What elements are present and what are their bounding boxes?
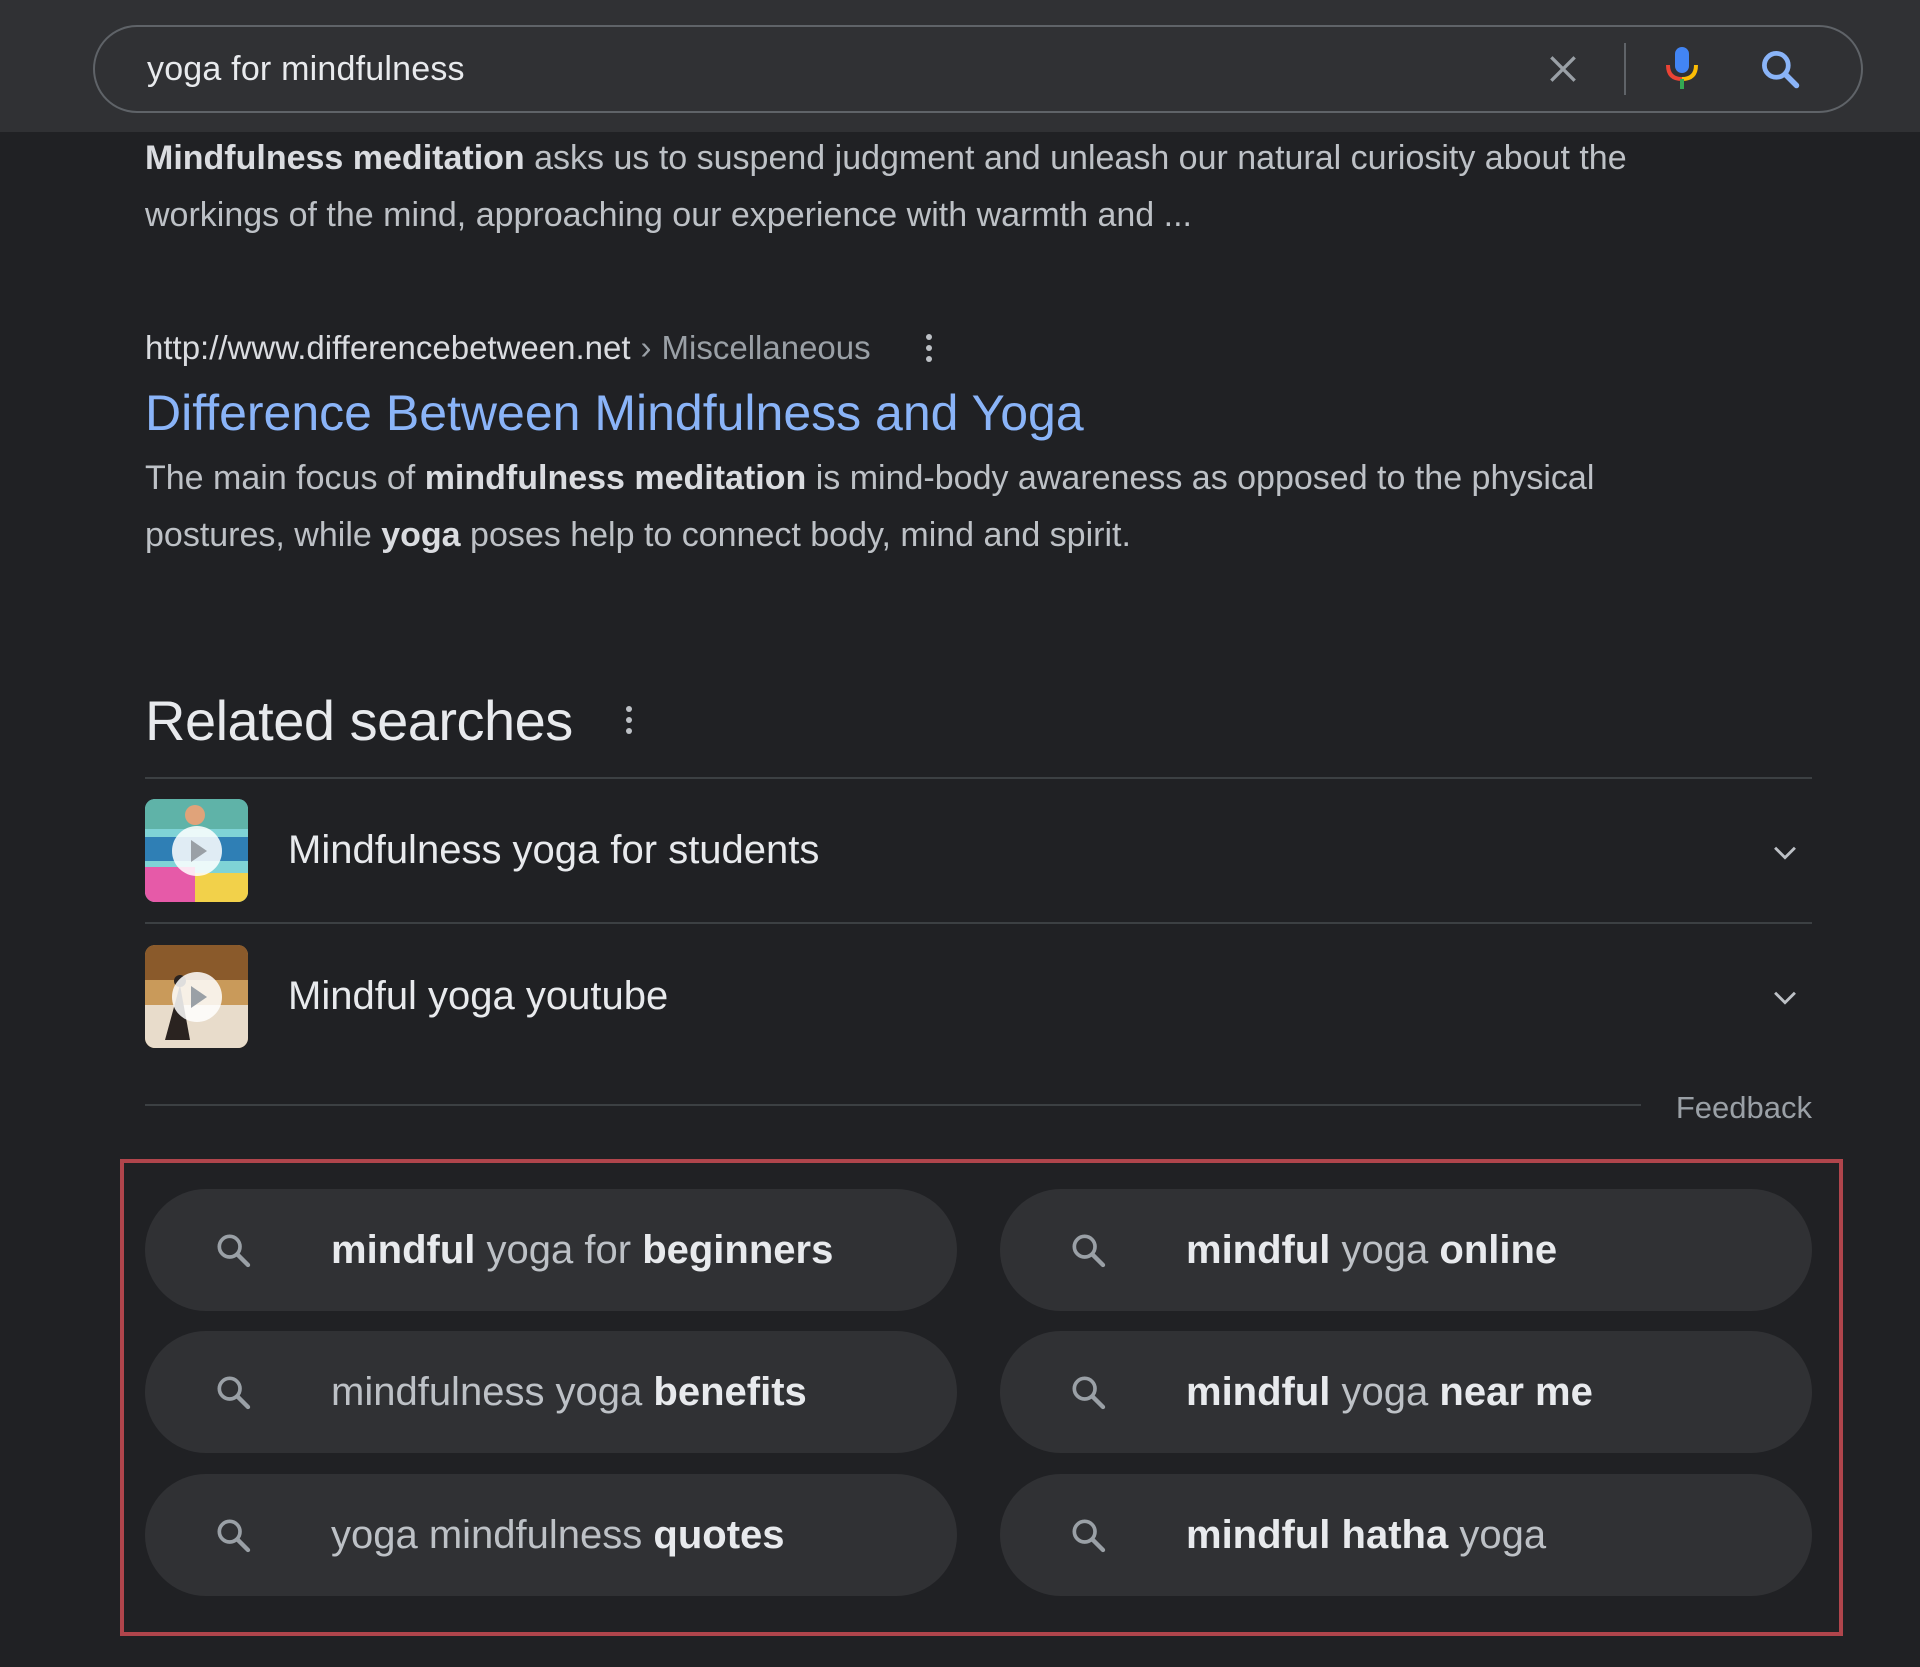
chip-label-text: yoga mindfulness [331,1513,654,1557]
more-vert-icon[interactable] [919,328,939,368]
related-searches-header: Related searches [145,680,639,760]
chip-label-bold: mindful [331,1228,476,1272]
more-vert-icon[interactable] [619,700,639,740]
chip-label: mindful yoga for beginners [331,1189,833,1311]
search-icon [1072,1519,1106,1553]
video-thumbnail [145,945,248,1048]
result-cite: http://www.differencebetween.net › Misce… [145,320,1745,376]
related-searches-title: Related searches [145,688,573,752]
search-icon [217,1234,251,1268]
related-item[interactable]: Mindfulness yoga for students [145,779,1812,924]
chip-label-bold: near me [1439,1370,1593,1414]
related-search-chip[interactable]: mindfulness yoga benefits [145,1331,957,1453]
breadcrumb: Miscellaneous [661,329,871,366]
chevron-down-icon[interactable] [1768,980,1802,1014]
related-item-label: Mindful yoga youtube [288,974,669,1018]
chip-label-bold: benefits [653,1370,807,1414]
desc-bold: mindfulness meditation [424,459,807,497]
chip-label-text: yoga for [475,1228,643,1272]
related-search-chip[interactable]: yoga mindfulness quotes [145,1474,957,1596]
related-search-chip[interactable]: mindful yoga online [1000,1189,1812,1311]
related-search-chip[interactable]: mindful yoga for beginners [145,1189,957,1311]
video-thumbnail [145,799,248,902]
result-title-link[interactable]: Difference Between Mindfulness and Yoga [145,378,1745,448]
divider [145,1104,1641,1106]
desc-text: poses help to connect body, mind and spi… [460,516,1131,554]
related-item[interactable]: Mindful yoga youtube [145,924,1812,1069]
chip-label: mindful hatha yoga [1186,1474,1546,1596]
search-input[interactable]: yoga for mindfulness [147,27,465,111]
chip-label: yoga mindfulness quotes [331,1474,785,1596]
related-item-label: Mindfulness yoga for students [288,828,820,872]
search-icon[interactable] [1758,47,1802,91]
chip-label-text: mindfulness yoga [331,1370,654,1414]
result-url[interactable]: http://www.differencebetween.net [145,320,631,376]
chip-label: mindfulness yoga benefits [331,1331,807,1453]
chip-label-text: yoga [1330,1370,1440,1414]
chip-label-text: yoga [1448,1513,1547,1557]
feedback-link[interactable]: Feedback [1676,1080,1812,1136]
search-icon [1072,1234,1106,1268]
desc-text: The main focus of [145,459,425,497]
chip-label-bold: mindful hatha [1186,1513,1449,1557]
search-header: yoga for mindfulness [0,0,1920,132]
chip-label-bold: mindful [1186,1370,1331,1414]
chevron-down-icon[interactable] [1768,835,1802,869]
search-divider [1624,43,1626,95]
chip-label: mindful yoga online [1186,1189,1557,1311]
related-search-chip[interactable]: mindful yoga near me [1000,1331,1812,1453]
chip-label-bold: beginners [642,1228,834,1272]
play-icon [172,972,222,1022]
search-icon [217,1519,251,1553]
breadcrumb-separator: › [640,329,652,366]
result-description: The main focus of mindfulness meditation… [145,450,1705,564]
search-icon [1072,1376,1106,1410]
related-search-chip[interactable]: mindful hatha yoga [1000,1474,1812,1596]
search-box[interactable]: yoga for mindfulness [93,25,1863,113]
snippet-bold: Mindfulness meditation [145,139,525,177]
chip-label: mindful yoga near me [1186,1331,1593,1453]
related-searches-list: Mindfulness yoga for students Mindful yo… [145,777,1812,1069]
play-icon [172,826,222,876]
search-icon [217,1376,251,1410]
result-snippet: Mindfulness meditation asks us to suspen… [145,130,1695,244]
feedback-row: Feedback [145,1080,1812,1136]
chip-label-text: yoga [1330,1228,1440,1272]
desc-bold: yoga [381,516,461,554]
chip-label-bold: mindful [1186,1228,1331,1272]
chip-label-bold: quotes [653,1513,785,1557]
microphone-icon[interactable] [1658,43,1706,95]
search-result: http://www.differencebetween.net › Misce… [145,320,1745,564]
close-icon[interactable] [1543,49,1583,89]
chip-label-bold: online [1439,1228,1558,1272]
